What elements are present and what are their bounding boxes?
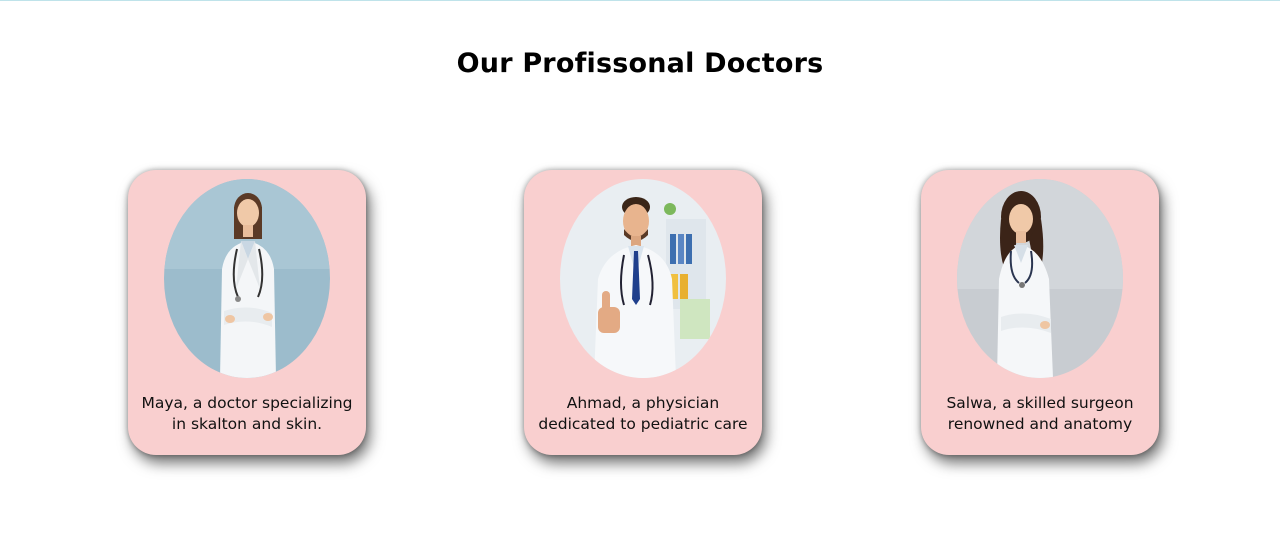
- doctor-caption-maya: Maya, a doctor specializing in skalton a…: [132, 393, 362, 435]
- caption-line: Ahmad, a physician: [566, 394, 720, 412]
- doctor-photo-maya: [164, 179, 330, 378]
- page-title: Our Profissonal Doctors: [456, 48, 824, 79]
- female-surgeon-portrait-icon: [957, 179, 1123, 378]
- doctor-card-salwa: Salwa, a skilled surgeon renowned and an…: [921, 170, 1159, 455]
- doctor-photo-salwa: [957, 179, 1123, 378]
- doctor-caption-salwa: Salwa, a skilled surgeon renowned and an…: [925, 393, 1155, 435]
- female-doctor-portrait-icon: [164, 179, 330, 378]
- caption-line: Salwa, a skilled surgeon: [946, 394, 1134, 412]
- caption-line: in skalton and skin.: [171, 415, 323, 433]
- top-divider: [0, 0, 1280, 1]
- doctor-caption-ahmad: Ahmad, a physician dedicated to pediatri…: [528, 393, 758, 435]
- male-doctor-thumbs-up-portrait-icon: [560, 179, 726, 378]
- doctor-card-ahmad: Ahmad, a physician dedicated to pediatri…: [524, 170, 762, 455]
- doctor-card-maya: Maya, a doctor specializing in skalton a…: [128, 170, 366, 455]
- caption-line: dedicated to pediatric care: [538, 415, 748, 433]
- caption-line: Maya, a doctor specializing: [141, 394, 353, 412]
- caption-line: renowned and anatomy: [947, 415, 1133, 433]
- doctor-photo-ahmad: [560, 179, 726, 378]
